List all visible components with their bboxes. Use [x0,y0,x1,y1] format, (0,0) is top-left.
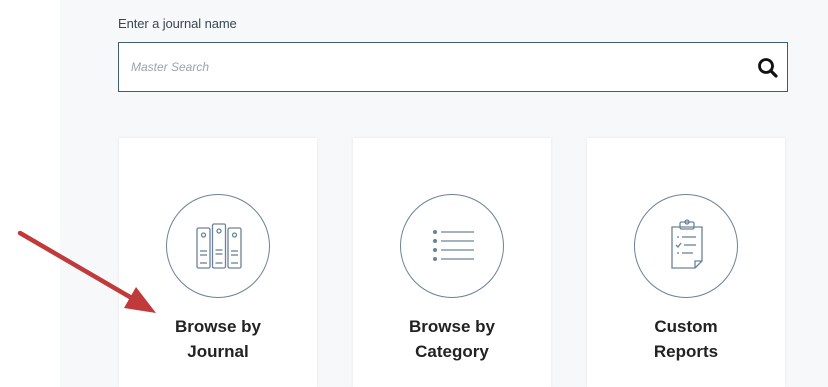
search-box[interactable] [118,42,788,92]
browse-by-category-title: Browse by Category [353,314,551,364]
card-title-line-2: Journal [187,342,249,361]
category-icon-circle [400,194,504,298]
master-search-input[interactable] [119,43,739,91]
search-label: Enter a journal name [118,16,237,31]
journal-binders-icon [196,223,242,269]
search-button[interactable] [755,55,781,81]
browse-by-journal-title: Browse by Journal [119,314,317,364]
clipboard-report-icon [671,219,703,269]
card-title-line-2: Category [415,342,489,361]
card-title-line-1: Browse by [409,317,495,336]
browse-by-journal-card[interactable]: Browse by Journal [119,138,317,387]
list-icon [433,230,474,261]
page: Enter a journal name Master Search Brows… [0,0,828,387]
card-title-line-1: Browse by [175,317,261,336]
card-title-line-1: Custom [654,317,718,336]
custom-reports-title: Custom Reports [587,314,785,364]
custom-reports-card[interactable]: Custom Reports [587,138,785,387]
reports-icon-circle [634,194,738,298]
journal-icon-circle [166,194,270,298]
browse-by-category-card[interactable]: Browse by Category [353,138,551,387]
card-title-line-2: Reports [653,342,719,361]
search-icon [758,58,778,78]
